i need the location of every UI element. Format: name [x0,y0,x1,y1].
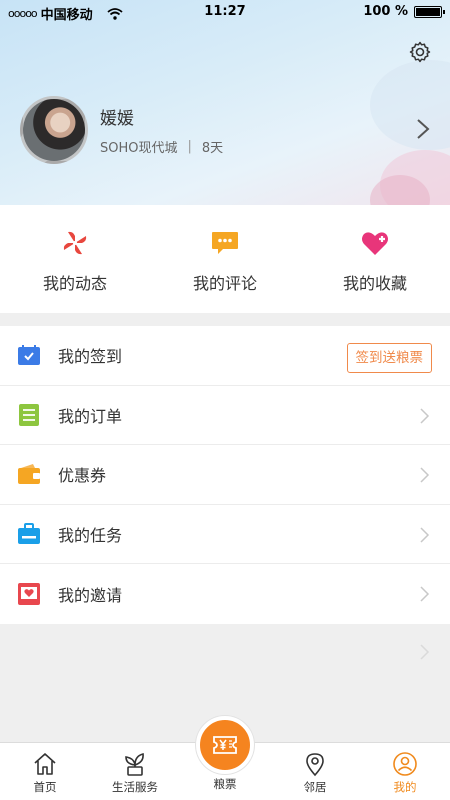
chevron-right-icon [420,526,430,543]
my-posts-button[interactable]: 我的动态 [0,205,150,313]
location-pin-icon [306,753,324,777]
battery-percent: 100 % [363,4,408,19]
home-icon [34,753,56,775]
profile-summary[interactable]: 媛媛 SOHO现代城 | 8天 [20,95,440,165]
profile-days: 8天 [201,141,224,156]
sprout-icon [125,753,144,776]
tab-mine[interactable]: 我的 [360,743,450,800]
menu-item-checkin[interactable]: 我的签到 签到送粮票 [0,326,450,386]
chevron-right-icon [420,407,430,424]
chevron-right-icon [420,467,430,483]
battery-icon [414,5,445,18]
tab-label: 首页 [33,780,57,794]
my-comments-button[interactable]: 我的评论 [150,205,300,313]
grain-ticket-button[interactable] [196,716,254,774]
tab-label: 我的 [393,780,417,794]
quick-actions: 我的动态 我的评论 我的收藏 [0,205,450,313]
profile-community: SOHO现代城 [100,141,178,156]
tab-grain-tickets[interactable]: 粮票 [180,716,270,800]
chevron-right-icon [420,586,430,602]
quick-action-label: 我的收藏 [342,274,407,293]
profile-name: 媛媛 [100,109,134,129]
chevron-right-icon [420,644,430,660]
pinwheel-icon [63,231,87,255]
tab-life-services[interactable]: 生活服务 [90,743,180,800]
menu-item-label: 我的订单 [58,406,123,426]
status-bar: ooooo 中国移动 11:27 100 % [0,0,450,24]
menu-item-label: 我的签到 [58,347,123,367]
menu-item-orders[interactable]: 我的订单 [0,386,450,445]
tab-neighbors[interactable]: 邻居 [270,743,360,800]
comment-bubble-icon [212,232,238,254]
menu-item-coupons[interactable]: 优惠券 [0,445,450,505]
quick-action-label: 我的评论 [192,274,257,293]
menu-item-label: 我的邀请 [58,585,123,605]
menu-item-tasks[interactable]: 我的任务 [0,505,450,564]
ticket-yen-icon [213,736,237,754]
bottom-tab-bar: 首页 生活服务 粮票 邻居 我的 [0,716,450,800]
menu-list: 我的签到 签到送粮票 我的订单 优惠券 我的任务 我的邀请 [0,326,450,624]
tab-label: 粮票 [213,777,237,791]
chevron-right-icon[interactable] [416,118,430,140]
quick-action-label: 我的动态 [42,274,107,293]
profile-header: ooooo 中国移动 11:27 100 % 媛媛 SOHO现代城 | 8天 [0,0,450,205]
profile-separator: | [187,139,192,154]
heart-plus-icon [362,232,388,255]
tab-label: 邻居 [303,780,327,794]
menu-item-label: 我的任务 [58,525,123,545]
checkin-reward-button[interactable]: 签到送粮票 [346,343,432,373]
avatar[interactable] [20,96,88,164]
tab-label: 生活服务 [112,780,158,794]
order-list-icon [19,403,39,426]
briefcase-icon [18,522,40,544]
menu-item-label: 优惠券 [58,466,107,486]
menu-item-invitations[interactable]: 我的邀请 [0,564,450,624]
my-favorites-button[interactable]: 我的收藏 [300,205,450,313]
invitation-heart-icon [18,582,40,605]
user-circle-icon [393,752,417,776]
tab-home[interactable]: 首页 [0,743,90,800]
calendar-check-icon [18,345,40,366]
wallet-icon [18,464,40,485]
settings-gear-icon[interactable] [408,40,432,64]
